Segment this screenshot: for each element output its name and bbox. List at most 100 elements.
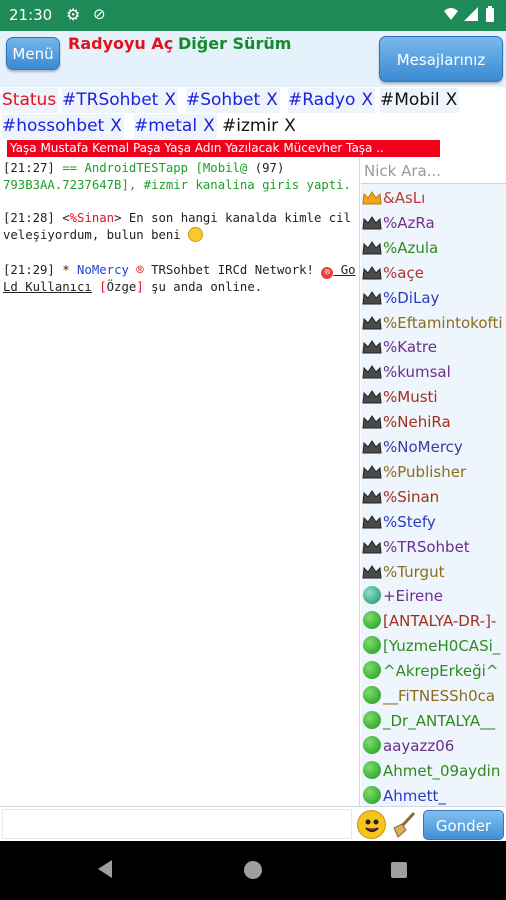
nick-name: ^AkrepErkeği^ — [383, 662, 499, 681]
nick-name: %AzRa — [383, 213, 435, 232]
crown-dark-icon — [361, 410, 383, 434]
nick-name: %Azula — [383, 238, 439, 257]
nick-name: %NoMercy — [383, 438, 463, 456]
notification-off-icon: ⊘ — [93, 5, 106, 23]
nick-search-input[interactable]: Nick Ara... — [361, 158, 506, 184]
nick-list-item[interactable]: [ANTALYA-DR-]- — [361, 609, 506, 633]
green-dot-icon — [361, 709, 383, 733]
nick-list-item[interactable]: %Publisher — [361, 460, 506, 484]
tab-label: #Mobil — [380, 90, 440, 110]
back-icon[interactable] — [96, 859, 114, 879]
tab-metal[interactable]: #metal X — [134, 114, 217, 139]
nick-name: _Dr_ANTALYA__ — [383, 711, 496, 730]
message-star: * — [54, 263, 78, 277]
close-tab-icon[interactable]: X — [446, 90, 458, 110]
nick-list-item[interactable]: aayazz06 — [361, 734, 506, 758]
green-dot-icon — [361, 784, 383, 806]
recent-apps-icon[interactable] — [391, 862, 407, 878]
green-dot-icon — [361, 609, 383, 633]
chat-message: [21:27] == AndroidTESTapp [Mobil@ (97) 7… — [3, 160, 357, 193]
nick-name: Ahmet_09aydin — [383, 761, 501, 780]
nick-name: %TRSohbet — [383, 537, 470, 556]
nick-list-item[interactable]: %kumsal — [361, 360, 506, 384]
nick-list-item[interactable]: %DiLay — [361, 286, 506, 310]
emoji-button[interactable] — [357, 810, 386, 839]
nick-list-item[interactable]: %TRSohbet — [361, 535, 506, 559]
tab-sohbet[interactable]: #Sohbet X — [186, 88, 280, 113]
nick-list-item[interactable]: %Sinan — [361, 485, 506, 509]
crown-dark-icon — [361, 360, 383, 384]
nick-name: +Eirene — [383, 587, 444, 606]
nick-list-item[interactable]: &AsLı — [361, 186, 506, 210]
nick-list-item[interactable]: %NoMercy — [361, 435, 506, 459]
close-tab-icon[interactable]: X — [203, 116, 215, 136]
tab-izmir[interactable]: #izmir X — [222, 114, 298, 139]
menu-button[interactable]: Menü — [6, 37, 60, 70]
nick-list-item[interactable]: +Eirene — [361, 584, 506, 608]
message-bracket: ] — [136, 280, 144, 294]
nick-list-item[interactable]: %açe — [361, 261, 506, 285]
crown-gold-icon — [361, 186, 383, 210]
nick-list-item[interactable]: Ahmet_09aydin — [361, 759, 506, 783]
status-bar: 21:30 ⚙ ⊘ — [0, 0, 506, 31]
message-nick[interactable]: %Sinan — [70, 211, 114, 225]
battery-icon — [486, 8, 494, 22]
other-version-link[interactable]: Diğer Sürüm — [178, 34, 291, 53]
nick-list-item[interactable]: %Musti — [361, 385, 506, 409]
gear-icon: ⚙ — [66, 5, 81, 24]
channel-tabs: Status #TRSohbet X #Sohbet X #Radyo X #Mobi… — [0, 87, 506, 139]
tab-radyo[interactable]: #Radyo X — [288, 88, 376, 113]
smiley-icon — [365, 819, 379, 832]
message-text: TRSohbet IRCd Network! — [143, 263, 322, 277]
green-dot-icon — [361, 634, 383, 658]
nick-list-item[interactable]: Ahmett_ — [361, 784, 506, 806]
message-time: [21:29] — [3, 263, 55, 277]
green-dot-icon — [361, 684, 383, 708]
chat-messages[interactable]: [21:27] == AndroidTESTapp [Mobil@ (97) 7… — [0, 158, 360, 806]
nick-list-item[interactable]: [YuzmeH0CASi_ — [361, 634, 506, 658]
crown-dark-icon — [361, 560, 383, 584]
crown-dark-icon — [361, 286, 383, 310]
crown-dark-icon — [361, 535, 383, 559]
nick-name: &AsLı — [383, 189, 426, 207]
tab-status[interactable]: Status — [2, 88, 59, 113]
nick-list-item[interactable]: __FiTNESSh0ca — [361, 684, 506, 708]
message-input[interactable] — [2, 809, 352, 839]
tab-hossohbet[interactable]: #hossohbet X — [2, 114, 124, 139]
nick-list-item[interactable]: %Eftamintokofti — [361, 311, 506, 335]
crown-dark-icon — [361, 510, 383, 534]
messages-button[interactable]: Mesajlarınız — [379, 36, 503, 82]
crown-dark-icon — [361, 485, 383, 509]
nick-list-item[interactable]: %Katre — [361, 335, 506, 359]
crown-dark-icon — [361, 311, 383, 335]
close-tab-icon[interactable]: X — [284, 116, 296, 136]
voice-globe-icon — [361, 584, 383, 608]
close-tab-icon[interactable]: X — [110, 116, 122, 136]
registered-badge-icon: ® — [321, 267, 334, 279]
nick-list-item[interactable]: %Turgut — [361, 560, 506, 584]
tab-mobil[interactable]: #Mobil X — [380, 88, 460, 113]
message-nick[interactable]: NoMercy — [77, 263, 129, 277]
message-text: 793B3AA.7237647B], #izmir kanalina giris… — [3, 177, 351, 192]
close-tab-icon[interactable]: X — [164, 90, 176, 110]
send-button[interactable]: Gonder — [423, 810, 504, 840]
nick-name: __FiTNESSh0ca — [383, 687, 496, 705]
broom-icon[interactable] — [390, 810, 418, 839]
nick-list-item[interactable]: ^AkrepErkeği^ — [361, 659, 506, 683]
tab-label: #izmir — [222, 116, 279, 136]
tab-trsohbet[interactable]: #TRSohbet X — [62, 88, 178, 113]
nick-list-item[interactable]: %NehiRa — [361, 410, 506, 434]
close-tab-icon[interactable]: X — [266, 90, 278, 110]
nick-list-item[interactable]: %Stefy — [361, 510, 506, 534]
nick-name: %Katre — [383, 338, 437, 357]
tab-label: #metal — [134, 116, 198, 136]
home-icon[interactable] — [244, 861, 262, 879]
nick-list-item[interactable]: _Dr_ANTALYA__ — [361, 709, 506, 733]
message-time: [21:27] — [3, 161, 55, 175]
message-bracket: [ — [91, 280, 107, 294]
nick-name: %Publisher — [383, 462, 467, 481]
nick-list-item[interactable]: %Azula — [361, 236, 506, 260]
open-radio-link[interactable]: Radyoyu Aç — [68, 34, 173, 53]
close-tab-icon[interactable]: X — [361, 90, 373, 110]
nick-list-item[interactable]: %AzRa — [361, 211, 506, 235]
